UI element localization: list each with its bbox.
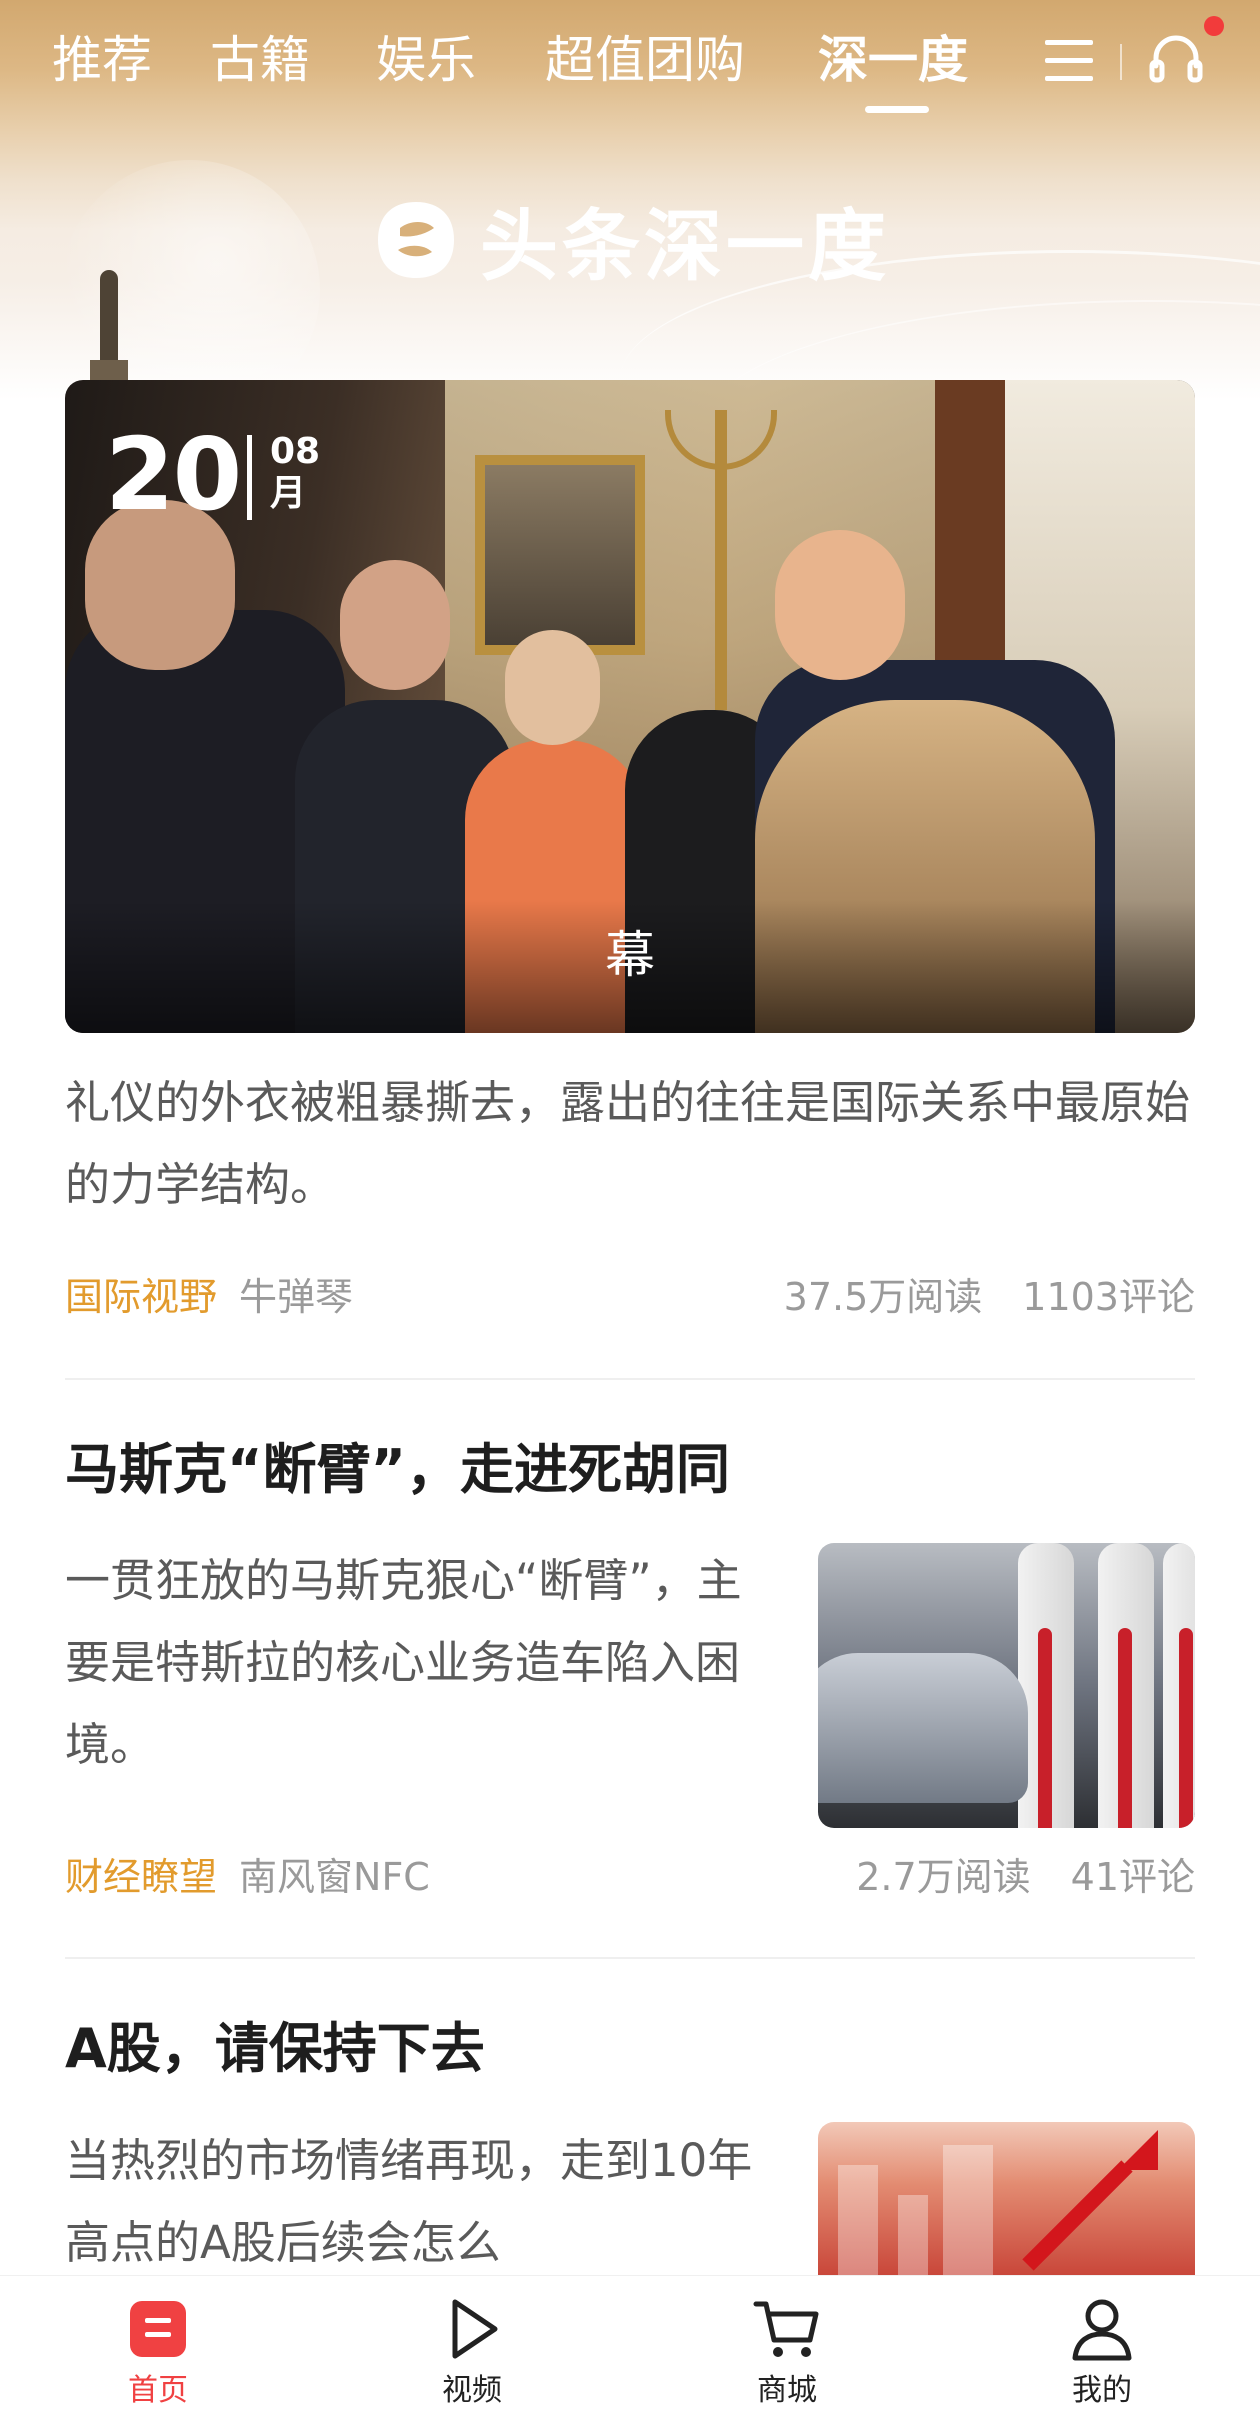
tab-recommend[interactable]: 推荐	[52, 30, 152, 90]
brand-logo-icon	[370, 194, 462, 286]
tab-deep-dive[interactable]: 深一度	[818, 30, 968, 90]
article-stats: 37.5万阅读 1103评论	[784, 1272, 1195, 1322]
featured-article-image[interactable]: 20 08 月 幕	[65, 380, 1195, 1033]
tab-divider	[1120, 44, 1122, 80]
nav-mall[interactable]: 商城	[707, 2294, 867, 2414]
nav-video-label: 视频	[442, 2373, 502, 2408]
tab-ancient-books[interactable]: 古籍	[210, 30, 310, 90]
read-count: 2.7万阅读	[856, 1855, 1031, 1899]
cart-icon	[753, 2301, 819, 2357]
thumb-arrowhead	[1118, 2130, 1158, 2170]
comment-count: 41评论	[1070, 1855, 1195, 1899]
menu-icon[interactable]	[1045, 40, 1093, 82]
hero-overlay-caption: 幕	[605, 926, 655, 984]
hero-figure-head	[775, 530, 905, 680]
active-tab-indicator	[865, 106, 929, 113]
hero-figure-head	[340, 560, 450, 690]
article-category[interactable]: 国际视野	[65, 1275, 217, 1319]
home-icon	[130, 2301, 186, 2357]
nav-profile-label: 我的	[1072, 2373, 1132, 2408]
thumb-charger	[1163, 1543, 1195, 1828]
bottom-navigation: 首页 视频 商城 我的	[0, 2275, 1260, 2420]
nav-mall-label: 商城	[757, 2373, 817, 2408]
date-separator	[247, 435, 252, 520]
video-play-icon	[452, 2299, 498, 2359]
notification-dot	[1204, 16, 1224, 36]
article-title[interactable]: A股，请保持下去	[65, 2015, 485, 2083]
thumb-building	[838, 2165, 878, 2275]
thumb-building	[898, 2195, 928, 2275]
nav-video[interactable]: 视频	[392, 2294, 552, 2414]
thumb-car	[818, 1653, 1028, 1803]
nav-profile[interactable]: 我的	[1022, 2294, 1182, 2414]
headset-icon[interactable]	[1146, 28, 1206, 88]
article-stats: 2.7万阅读 41评论	[856, 1852, 1195, 1902]
statue-base	[90, 360, 128, 380]
featured-article-excerpt[interactable]: 礼仪的外衣被粗暴撕去，露出的往往是国际关系中最原始的力学结构。	[65, 1062, 1205, 1226]
article-category[interactable]: 财经瞭望	[65, 1855, 217, 1899]
thumb-building	[943, 2145, 993, 2275]
tab-entertainment[interactable]: 娱乐	[376, 30, 476, 90]
date-day: 20	[105, 416, 242, 533]
hero-figure-head	[505, 630, 600, 745]
divider	[65, 1378, 1195, 1380]
article-thumbnail[interactable]	[818, 2122, 1195, 2275]
divider	[65, 1957, 1195, 1959]
article-source[interactable]: 牛弹琴	[239, 1275, 353, 1319]
article-excerpt[interactable]: 当热烈的市场情绪再现，走到10年高点的A股后续会怎么	[65, 2120, 755, 2275]
date-month: 08	[270, 431, 321, 472]
thumb-charger	[1098, 1543, 1154, 1828]
article-source[interactable]: 南风窗NFC	[239, 1855, 430, 1899]
channel-tabs: 推荐 古籍 娱乐 超值团购 深一度	[0, 0, 1260, 120]
tab-group-buy[interactable]: 超值团购	[545, 30, 745, 90]
article-title[interactable]: 马斯克“断臂”，走进死胡同	[65, 1436, 730, 1504]
thumb-rising-arrow	[1022, 2160, 1133, 2271]
date-month-unit: 月	[270, 473, 307, 514]
read-count: 37.5万阅读	[783, 1275, 983, 1319]
article-meta-left: 国际视野 牛弹琴	[65, 1272, 353, 1322]
article-thumbnail[interactable]	[818, 1543, 1195, 1828]
comment-count: 1103评论	[1022, 1275, 1195, 1319]
brand-header: 头条深一度	[370, 190, 890, 292]
nav-home-label: 首页	[128, 2373, 188, 2408]
nav-home[interactable]: 首页	[78, 2294, 238, 2414]
hero-portrait-frame	[475, 455, 645, 655]
article-excerpt[interactable]: 一贯狂放的马斯克狠心“断臂”，主要是特斯拉的核心业务造车陷入困境。	[65, 1540, 755, 1786]
article-meta-left: 财经瞭望 南风窗NFC	[65, 1852, 430, 1902]
hero-lamp-pole	[715, 410, 727, 710]
profile-icon	[1072, 2299, 1132, 2361]
brand-title: 头条深一度	[480, 202, 891, 292]
